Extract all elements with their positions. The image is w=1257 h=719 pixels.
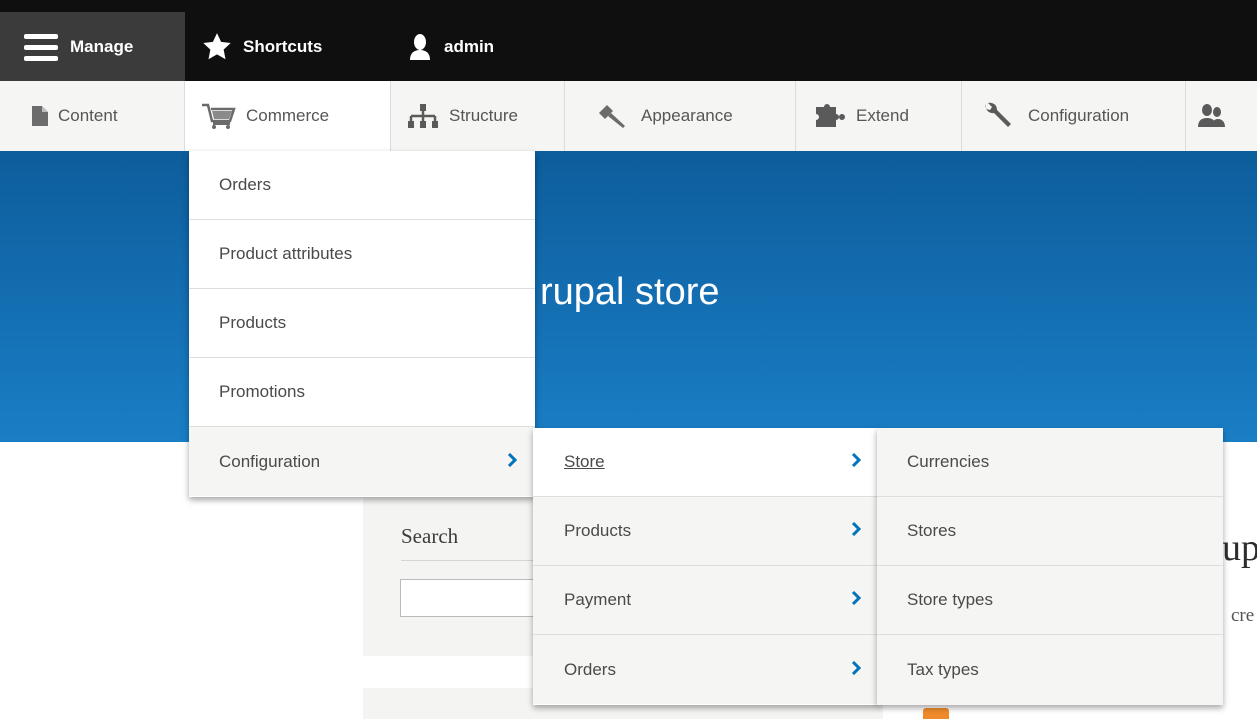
chevron-right-icon xyxy=(851,590,862,610)
menu-item-promotions[interactable]: Promotions xyxy=(189,358,535,427)
menu-item-currencies[interactable]: Currencies xyxy=(877,428,1223,497)
chevron-right-icon xyxy=(851,452,862,472)
tray-item-label: Content xyxy=(58,106,118,125)
menu-item-products[interactable]: Products xyxy=(189,289,535,358)
menu-item-label: Products xyxy=(564,521,632,540)
divider xyxy=(401,560,541,561)
manage-label: Manage xyxy=(70,36,134,56)
user-label: admin xyxy=(444,36,495,56)
tray-item-commerce[interactable]: Commerce xyxy=(185,81,391,151)
menu-item-configuration[interactable]: Configuration xyxy=(189,427,535,496)
menu-item-store-types[interactable]: Store types xyxy=(877,566,1223,635)
tray-item-label: Extend xyxy=(856,106,909,125)
menu-item-label: Orders xyxy=(564,659,616,679)
menu-item-tax-types[interactable]: Tax types xyxy=(877,635,1223,704)
menu-item-label: Store xyxy=(564,452,605,471)
tray-item-label: Commerce xyxy=(246,106,330,125)
menu-item-label: Store types xyxy=(907,590,993,609)
hamburger-icon xyxy=(24,32,58,62)
menu-item-stores[interactable]: Stores xyxy=(877,497,1223,566)
tray-item-extend[interactable]: Extend xyxy=(796,81,962,151)
tray-item-label: Configuration xyxy=(1028,106,1130,125)
tray-item-configuration[interactable]: Configuration xyxy=(962,81,1186,151)
menu-item-orders[interactable]: Orders xyxy=(189,151,535,220)
wrench-icon xyxy=(982,102,1012,130)
search-label: Search xyxy=(401,524,459,548)
menu-item-label: Configuration xyxy=(219,451,321,471)
tray-item-structure[interactable]: Structure xyxy=(391,81,565,151)
cart-icon xyxy=(200,103,236,129)
content-heading-fragment: up xyxy=(1222,527,1257,569)
user-icon xyxy=(410,33,430,60)
menu-item-label: Product attributes xyxy=(219,244,353,263)
people-icon xyxy=(1198,103,1226,129)
menu-item-label: Orders xyxy=(219,175,271,194)
shortcuts-label: Shortcuts xyxy=(243,36,323,56)
chevron-right-icon xyxy=(851,660,862,680)
tray-item-label: Structure xyxy=(449,106,518,125)
file-icon xyxy=(32,106,48,126)
shortcuts-tab[interactable]: Shortcuts xyxy=(185,12,322,81)
rss-icon[interactable] xyxy=(923,708,949,719)
menu-item-products[interactable]: Products xyxy=(533,497,879,566)
menu-item-product-attributes[interactable]: Product attributes xyxy=(189,220,535,289)
chevron-right-icon xyxy=(851,521,862,541)
menu-item-label: Stores xyxy=(907,521,957,540)
menu-item-label: Promotions xyxy=(219,382,305,401)
admin-toolbar: Manage Shortcuts admin xyxy=(0,0,1257,81)
store-submenu: Currencies Stores Store types Tax types xyxy=(877,428,1223,705)
menu-item-label: Payment xyxy=(564,590,632,609)
sitemap-icon xyxy=(407,104,439,128)
tray-item-people[interactable] xyxy=(1186,81,1257,151)
menu-item-label: Currencies xyxy=(907,452,990,471)
tray-item-content[interactable]: Content xyxy=(0,81,185,151)
menu-item-store[interactable]: Store xyxy=(533,428,879,497)
tray-item-label: Appearance xyxy=(641,106,733,125)
commerce-menu: Orders Product attributes Products Promo… xyxy=(189,151,535,497)
paintbrush-icon xyxy=(597,103,627,129)
menu-item-orders[interactable]: Orders xyxy=(533,635,879,704)
tray-item-appearance[interactable]: Appearance xyxy=(565,81,796,151)
configuration-submenu: Store Products Payment Orders xyxy=(533,428,879,705)
site-name[interactable]: rupal store xyxy=(540,271,720,314)
star-icon xyxy=(203,33,231,60)
menu-item-payment[interactable]: Payment xyxy=(533,566,879,635)
menu-item-label: Tax types xyxy=(907,659,979,679)
search-input[interactable] xyxy=(400,579,550,617)
menu-item-label: Products xyxy=(219,313,287,332)
content-text-fragment: cre xyxy=(1231,605,1255,626)
manage-tab[interactable]: Manage xyxy=(0,12,185,81)
user-tab[interactable]: admin xyxy=(392,12,494,81)
admin-tray: Content Commerce Structure Appearance Ex… xyxy=(0,81,1257,152)
puzzle-icon xyxy=(814,103,846,129)
chevron-right-icon xyxy=(507,452,518,472)
